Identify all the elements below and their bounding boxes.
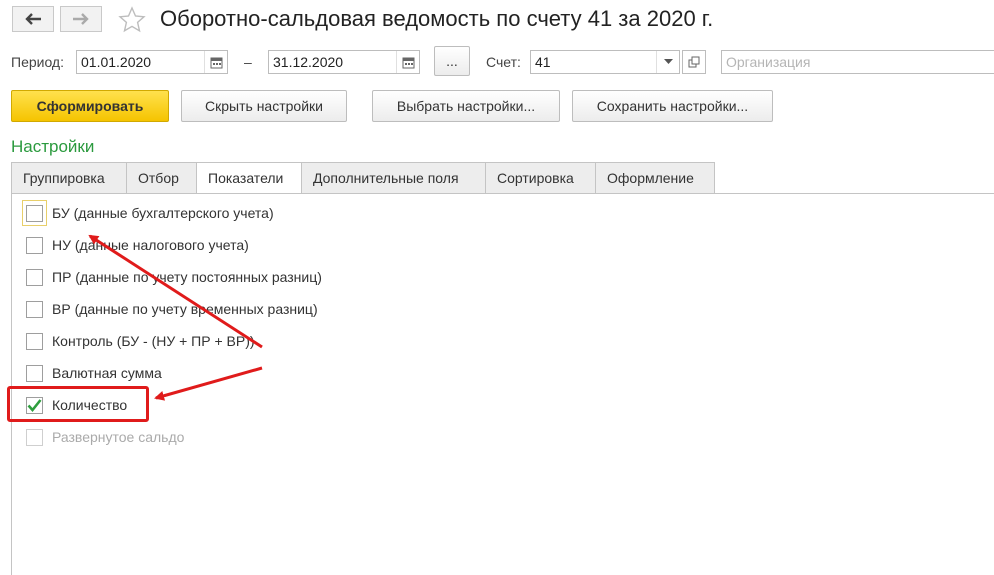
indicator-currency[interactable]: Валютная сумма [26,363,162,383]
account-value: 41 [535,54,551,70]
date-to-field[interactable]: 31.12.2020 [268,50,420,74]
checkbox[interactable] [26,236,43,254]
highlight-box [7,386,149,422]
checkbox-disabled [26,428,43,446]
date-to-value: 31.12.2020 [273,54,344,70]
account-open-button[interactable] [682,50,706,74]
page-title: Оборотно-сальдовая ведомость по счету 41… [160,6,714,31]
checkbox[interactable] [26,332,43,350]
back-button[interactable] [12,6,54,32]
favorite-star[interactable] [118,6,146,37]
account-dropdown-button[interactable] [656,51,679,73]
indicator-expanded-balance: Развернутое сальдо [26,427,184,447]
tab-sorting[interactable]: Сортировка [485,162,595,194]
forward-arrow-icon [73,13,89,25]
checkbox[interactable] [26,204,43,222]
period-label: Период: [11,54,64,70]
indicator-pr[interactable]: ПР (данные по учету постоянных разниц) [26,267,322,287]
calendar-icon [402,57,414,68]
calendar-from-button[interactable] [204,51,227,73]
indicator-label: БУ (данные бухгалтерского учета) [52,205,274,221]
account-label: Счет: [486,54,521,70]
forward-button[interactable] [60,6,102,32]
indicator-label: НУ (данные налогового учета) [52,237,249,253]
open-link-icon [688,56,700,68]
choose-settings-button[interactable]: Выбрать настройки... [372,90,560,122]
indicator-label: Развернутое сальдо [52,429,185,445]
indicator-control[interactable]: Контроль (БУ - (НУ + ПР + ВР)) [26,331,255,351]
tab-filter[interactable]: Отбор [126,162,196,194]
date-from-value: 01.01.2020 [81,54,152,70]
indicator-label: ПР (данные по учету постоянных разниц) [52,269,322,285]
hide-settings-button[interactable]: Скрыть настройки [181,90,347,122]
organization-placeholder: Организация [726,54,811,70]
indicator-label: ВР (данные по учету временных разниц) [52,301,318,317]
settings-title: Настройки [11,137,95,156]
period-select-button[interactable]: ... [434,46,470,76]
indicator-nu[interactable]: НУ (данные налогового учета) [26,235,249,255]
checkbox[interactable] [26,364,43,382]
period-dash: – [244,54,252,70]
tab-grouping[interactable]: Группировка [11,162,126,194]
date-from-field[interactable]: 01.01.2020 [76,50,228,74]
calendar-to-button[interactable] [396,51,419,73]
tab-appearance[interactable]: Оформление [595,162,715,194]
star-icon [118,6,146,33]
dropdown-arrow-icon [663,59,673,64]
back-arrow-icon [25,13,41,25]
save-settings-button[interactable]: Сохранить настройки... [572,90,773,122]
indicator-label: Валютная сумма [52,365,162,381]
indicator-bu[interactable]: БУ (данные бухгалтерского учета) [26,203,274,223]
calendar-icon [210,57,222,68]
generate-button[interactable]: Сформировать [11,90,169,122]
tab-indicators[interactable]: Показатели [196,162,301,194]
checkbox[interactable] [26,300,43,318]
checkbox[interactable] [26,268,43,286]
tab-additional-fields[interactable]: Дополнительные поля [301,162,485,194]
account-field[interactable]: 41 [530,50,680,74]
indicator-vr[interactable]: ВР (данные по учету временных разниц) [26,299,318,319]
settings-tabs: Группировка Отбор Показатели Дополнитель… [11,162,715,194]
indicator-label: Контроль (БУ - (НУ + ПР + ВР)) [52,333,255,349]
organization-field[interactable]: Организация [721,50,994,74]
